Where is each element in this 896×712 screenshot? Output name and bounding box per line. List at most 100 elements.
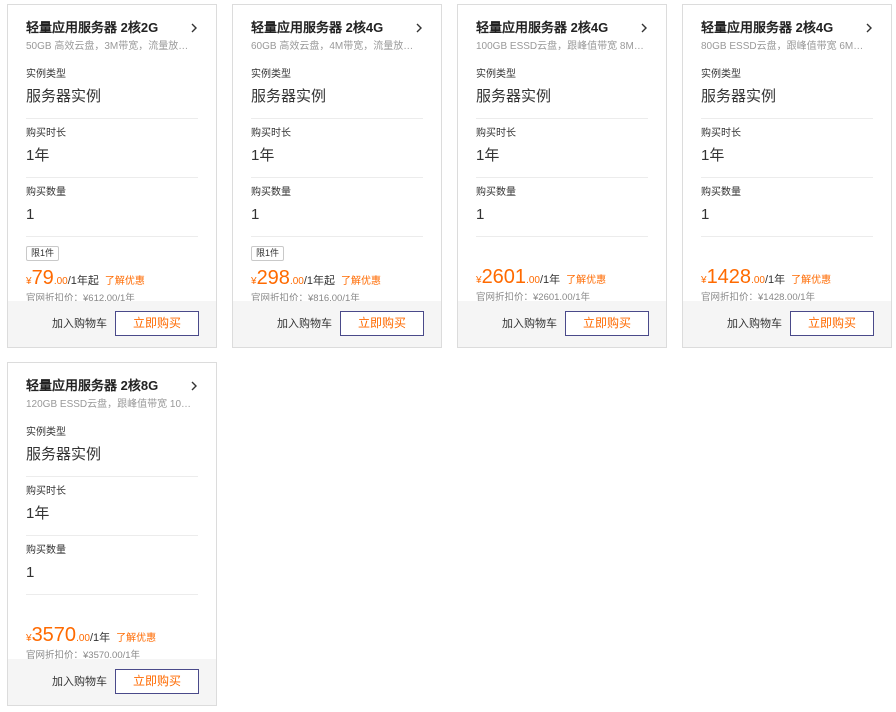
buy-now-button[interactable]: 立即购买 [790, 311, 874, 336]
add-to-cart-button[interactable]: 加入购物车 [502, 317, 557, 331]
duration-value: 1年 [701, 145, 873, 178]
product-title[interactable]: 轻量应用服务器 2核4G [476, 19, 648, 37]
duration-field: 购买时长 1年 [26, 477, 198, 536]
quantity-value: 1 [701, 204, 873, 237]
promo-link[interactable]: 了解优惠 [791, 275, 831, 286]
quantity-field: 购买数量 1 [701, 178, 873, 237]
add-to-cart-button[interactable]: 加入购物车 [52, 317, 107, 331]
quantity-value: 1 [26, 204, 198, 237]
product-grid: 轻量应用服务器 2核2G 50GB 高效云盘，3M带宽，流量放心用！ 实例类型 … [0, 0, 896, 712]
price-unit: /1年 [539, 274, 561, 286]
duration-label: 购买时长 [26, 486, 66, 497]
price-unit: /1年起 [303, 275, 336, 287]
duration-field: 购买时长 1年 [251, 119, 423, 178]
duration-label: 购买时长 [26, 128, 66, 139]
product-card: 轻量应用服务器 2核8G 120GB ESSD云盘，跟峰值带宽 10M，… 实例… [7, 362, 217, 706]
duration-label: 购买时长 [701, 128, 741, 139]
buy-now-button[interactable]: 立即购买 [340, 311, 424, 336]
quantity-label: 购买数量 [26, 187, 66, 198]
duration-value: 1年 [26, 145, 198, 178]
instance-type-field: 实例类型 服务器实例 [26, 68, 198, 119]
duration-field: 购买时长 1年 [701, 119, 873, 178]
quantity-value: 1 [251, 204, 423, 237]
instance-type-label: 实例类型 [26, 427, 66, 438]
promo-link[interactable]: 了解优惠 [566, 275, 606, 286]
add-to-cart-button[interactable]: 加入购物车 [727, 317, 782, 331]
product-title[interactable]: 轻量应用服务器 2核2G [26, 19, 198, 37]
card-header[interactable]: 轻量应用服务器 2核4G 100GB ESSD云盘，跟峰值带宽 8M，每… [476, 19, 648, 54]
price-row: ¥2601.00/1年 了解优惠 [476, 266, 648, 290]
quantity-label: 购买数量 [26, 545, 66, 556]
product-title[interactable]: 轻量应用服务器 2核4G [701, 19, 873, 37]
instance-type-label: 实例类型 [476, 69, 516, 80]
duration-label: 购买时长 [476, 128, 516, 139]
limit-tag: 限1件 [26, 246, 60, 261]
card-footer: 加入购物车 立即购买 [233, 301, 441, 347]
product-subtitle: 100GB ESSD云盘，跟峰值带宽 8M，每… [476, 41, 644, 52]
card-body: 轻量应用服务器 2核8G 120GB ESSD云盘，跟峰值带宽 10M，… 实例… [8, 363, 216, 661]
product-card: 轻量应用服务器 2核4G 100GB ESSD云盘，跟峰值带宽 8M，每… 实例… [457, 4, 667, 348]
card-header[interactable]: 轻量应用服务器 2核4G 80GB ESSD云盘，跟峰值带宽 6M，每… [701, 19, 873, 54]
instance-type-value: 服务器实例 [701, 86, 873, 119]
card-footer: 加入购物车 立即购买 [683, 301, 891, 347]
price-integer: 298 [256, 267, 290, 289]
quantity-field: 购买数量 1 [26, 178, 198, 237]
price-decimal: .00 [751, 275, 765, 286]
card-body: 轻量应用服务器 2核4G 60GB 高效云盘，4M带宽，流量放心用！ 实例类型 … [233, 5, 441, 304]
card-body: 轻量应用服务器 2核2G 50GB 高效云盘，3M带宽，流量放心用！ 实例类型 … [8, 5, 216, 304]
card-header[interactable]: 轻量应用服务器 2核8G 120GB ESSD云盘，跟峰值带宽 10M，… [26, 377, 198, 412]
instance-type-field: 实例类型 服务器实例 [476, 68, 648, 119]
promo-link[interactable]: 了解优惠 [341, 276, 381, 287]
card-footer: 加入购物车 立即购买 [458, 301, 666, 347]
quantity-field: 购买数量 1 [476, 178, 648, 237]
card-header[interactable]: 轻量应用服务器 2核2G 50GB 高效云盘，3M带宽，流量放心用！ [26, 19, 198, 54]
chevron-right-icon[interactable] [863, 22, 875, 34]
quantity-field: 购买数量 1 [251, 178, 423, 237]
price-unit: /1年 [89, 632, 111, 644]
tag-spacer [701, 237, 873, 260]
quantity-field: 购买数量 1 [26, 536, 198, 595]
product-title[interactable]: 轻量应用服务器 2核4G [251, 19, 423, 37]
product-subtitle: 120GB ESSD云盘，跟峰值带宽 10M，… [26, 399, 194, 410]
card-footer: 加入购物车 立即购买 [8, 301, 216, 347]
quantity-label: 购买数量 [476, 187, 516, 198]
price-row: ¥79.00/1年起 了解优惠 [26, 267, 198, 291]
duration-value: 1年 [251, 145, 423, 178]
instance-type-field: 实例类型 服务器实例 [251, 68, 423, 119]
promo-link[interactable]: 了解优惠 [116, 633, 156, 644]
add-to-cart-button[interactable]: 加入购物车 [277, 317, 332, 331]
buy-now-button[interactable]: 立即购买 [565, 311, 649, 336]
buy-now-button[interactable]: 立即购买 [115, 669, 199, 694]
card-footer: 加入购物车 立即购买 [8, 659, 216, 705]
product-subtitle: 60GB 高效云盘，4M带宽，流量放心用！ [251, 41, 419, 52]
buy-now-button[interactable]: 立即购买 [115, 311, 199, 336]
price-decimal: .00 [526, 275, 540, 286]
chevron-right-icon[interactable] [188, 380, 200, 392]
price-decimal: .00 [53, 276, 68, 287]
product-title[interactable]: 轻量应用服务器 2核8G [26, 377, 198, 395]
instance-type-value: 服务器实例 [26, 86, 198, 119]
price-decimal: .00 [289, 276, 304, 287]
tag-spacer [26, 595, 198, 618]
product-card: 轻量应用服务器 2核4G 80GB ESSD云盘，跟峰值带宽 6M，每… 实例类… [682, 4, 892, 348]
promo-link[interactable]: 了解优惠 [105, 276, 145, 287]
chevron-right-icon[interactable] [413, 22, 425, 34]
price-integer: 79 [31, 267, 54, 289]
duration-field: 购买时长 1年 [26, 119, 198, 178]
limit-tag: 限1件 [251, 246, 285, 261]
chevron-right-icon[interactable] [638, 22, 650, 34]
instance-type-value: 服务器实例 [26, 444, 198, 477]
quantity-label: 购买数量 [701, 187, 741, 198]
add-to-cart-button[interactable]: 加入购物车 [52, 675, 107, 689]
quantity-value: 1 [26, 562, 198, 595]
instance-type-value: 服务器实例 [251, 86, 423, 119]
card-body: 轻量应用服务器 2核4G 80GB ESSD云盘，跟峰值带宽 6M，每… 实例类… [683, 5, 891, 303]
product-subtitle: 80GB ESSD云盘，跟峰值带宽 6M，每… [701, 41, 869, 52]
price-unit: /1年起 [67, 275, 99, 287]
card-header[interactable]: 轻量应用服务器 2核4G 60GB 高效云盘，4M带宽，流量放心用！ [251, 19, 423, 54]
product-card: 轻量应用服务器 2核4G 60GB 高效云盘，4M带宽，流量放心用！ 实例类型 … [232, 4, 442, 348]
instance-type-label: 实例类型 [26, 69, 66, 80]
price-decimal: .00 [76, 633, 90, 644]
chevron-right-icon[interactable] [188, 22, 200, 34]
instance-type-field: 实例类型 服务器实例 [26, 426, 198, 477]
